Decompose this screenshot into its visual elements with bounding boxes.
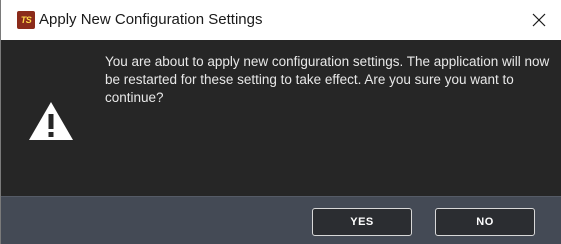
close-button[interactable] [516,0,561,40]
app-icon: TS [17,11,35,29]
window-title: Apply New Configuration Settings [39,11,263,28]
title-bar[interactable]: TS Apply New Configuration Settings [1,0,561,40]
dialog-content: You are about to apply new configuration… [1,40,561,196]
dialog-window: TS Apply New Configuration Settings You … [0,0,561,244]
dialog-message: You are about to apply new configuration… [105,54,550,105]
app-icon-text: TS [20,15,32,25]
yes-button[interactable]: YES [312,208,412,236]
no-button[interactable]: NO [435,208,535,236]
warning-icon [29,102,73,140]
dialog-footer: YES NO [1,196,561,244]
close-icon [532,13,546,27]
